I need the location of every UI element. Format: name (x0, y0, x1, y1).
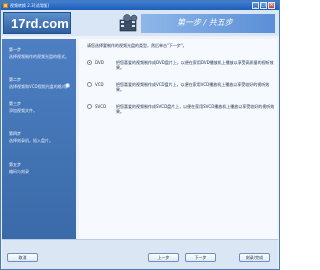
dvd-radio[interactable] (87, 60, 92, 65)
maximize-button[interactable]: □ (260, 2, 267, 9)
vcd-radio[interactable] (87, 82, 92, 87)
footer-bar: 取消 上一步 下一步 刻录/完成 (2, 239, 278, 269)
header-banner: 17rd.com 第一步 / 共五步 (1, 10, 279, 36)
dvd-label: DVD (95, 60, 104, 65)
sidebar-step-3-label: 第三步 (9, 101, 21, 106)
sidebar-step-3-desc: 添加视频文件。 (9, 108, 37, 113)
sidebar: 第一步 选择视频制作的视频光盘的格式。 第二步 选择视频和VCD视频光盘的格式。… (2, 39, 76, 239)
logo-text: 17rd.com (11, 16, 69, 31)
sidebar-step-5-label: 第五步 (9, 162, 21, 167)
instruction-text: 请您选择要制作的视频光盘的类型，然后单击"下一步"。 (87, 43, 187, 48)
window-title: 视频转换 2.3[试用版] (10, 3, 49, 8)
logo: 17rd.com (3, 12, 71, 34)
option-svcd[interactable]: SVCD 把您喜爱的视频制作成SVCD盘片上，以便在家用SVCD播放机上播放以享… (87, 104, 275, 122)
vcd-description: 把您喜爱的视频制作成VCD盘片上，以便在家用VCD播放机上播放以享受较好的视听效… (116, 82, 270, 92)
sidebar-step-1-label: 第一步 (9, 47, 21, 52)
app-window: 视频转换 2.3[试用版] _ □ × 17rd.com 第一步 / 共五步 第… (0, 0, 280, 270)
maximize-icon: □ (261, 2, 266, 8)
sidebar-step-4-desc: 选择刻录机，插入盘片。 (9, 138, 53, 143)
next-step-button[interactable]: 下一步 (185, 253, 216, 262)
sidebar-step-2-desc: 选择视频和VCD视频光盘的格式。 (9, 84, 70, 89)
finish-button[interactable]: 刻录/完成 (239, 253, 270, 262)
title-bar[interactable]: 视频转换 2.3[试用版] _ □ × (1, 1, 279, 10)
svcd-radio[interactable] (87, 104, 92, 109)
app-icon (3, 3, 8, 8)
step-banner: 第一步 / 共五步 (141, 14, 275, 33)
close-icon: × (269, 2, 274, 8)
cancel-button[interactable]: 取消 (7, 253, 38, 262)
svcd-label: SVCD (95, 104, 107, 109)
main-panel: 请您选择要制作的视频光盘的类型，然后单击"下一步"。 DVD 把您喜爱的视频制作… (79, 39, 277, 239)
option-dvd[interactable]: DVD 把您喜爱的视频制作成DVD盘片上，以便在家用DVD播放机上播放以享受高质… (87, 60, 275, 78)
close-button[interactable]: × (268, 2, 275, 9)
minimize-button[interactable]: _ (252, 2, 259, 9)
minimize-icon: _ (254, 2, 257, 8)
sidebar-step-5-desc: 编码与刻录 (9, 169, 29, 174)
sidebar-step-4-label: 第四步 (9, 131, 21, 136)
svcd-description: 把您喜爱的视频制作成SVCD盘片上，以便在家用SVCD播放机上播放以享受较好的视… (116, 104, 275, 114)
step-title: 第一步 / 共五步 (177, 18, 233, 27)
dvd-description: 把您喜爱的视频制作成DVD盘片上，以便在家用DVD播放机上播放以享受高质量的视听… (116, 60, 274, 70)
option-vcd[interactable]: VCD 把您喜爱的视频制作成VCD盘片上，以便在家用VCD播放机上播放以享受较好… (87, 82, 275, 100)
sidebar-step-1-desc: 选择视频制作的视频光盘的格式。 (9, 54, 69, 59)
film-reel-icon (119, 14, 138, 32)
previous-step-button[interactable]: 上一步 (148, 253, 179, 262)
vcd-label: VCD (95, 82, 104, 87)
sidebar-step-2-label: 第二步 (9, 77, 21, 82)
